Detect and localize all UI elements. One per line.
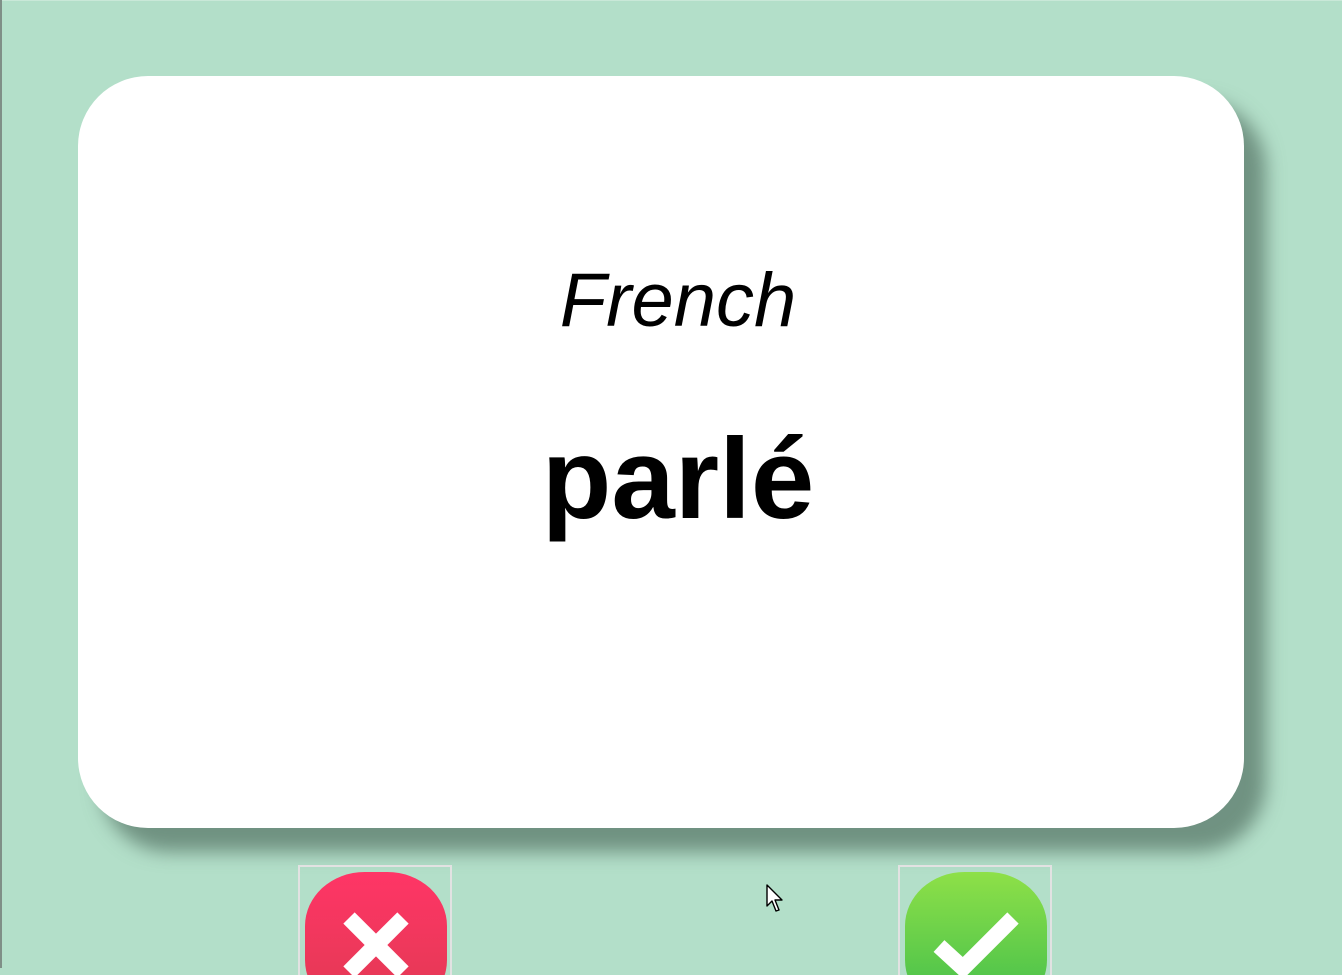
- x-icon: [343, 912, 409, 975]
- window-left-edge: [0, 0, 2, 968]
- right-answer-button[interactable]: [898, 865, 1052, 975]
- right-button-face: [905, 872, 1047, 975]
- card-language-label: French: [559, 258, 797, 343]
- card-word: parlé: [541, 416, 815, 543]
- wrong-answer-button[interactable]: [298, 865, 452, 975]
- checkmark-icon: [933, 912, 1019, 975]
- flashcard[interactable]: French parlé: [78, 76, 1244, 828]
- window-top-edge: [0, 0, 1342, 1]
- mouse-pointer-icon: [766, 884, 783, 912]
- wrong-button-face: [305, 872, 447, 975]
